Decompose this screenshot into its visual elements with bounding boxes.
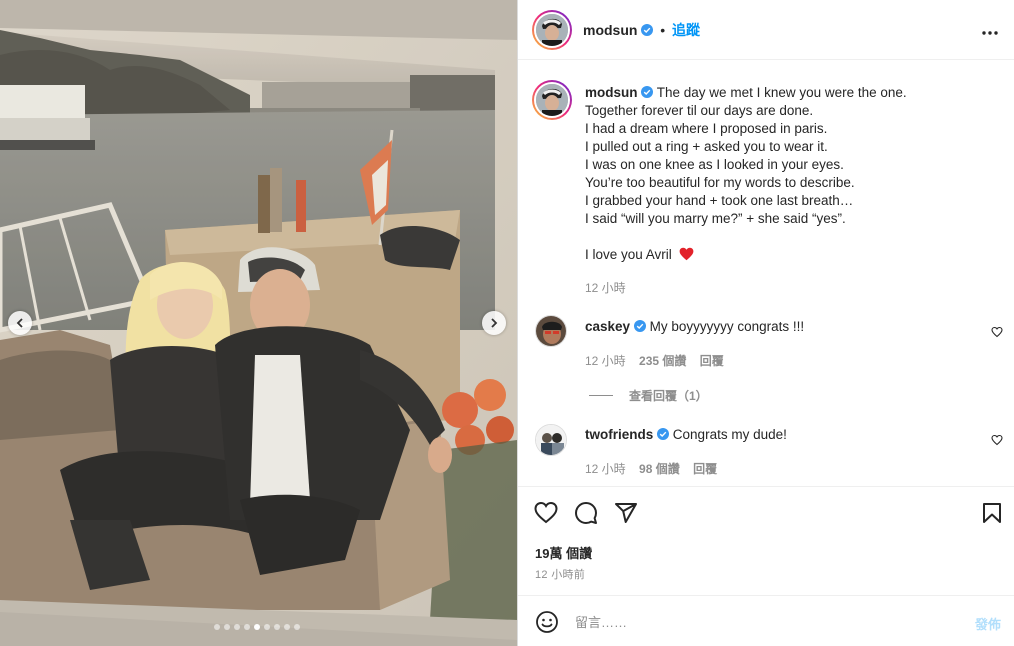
verified-badge-icon [633,320,646,332]
caption-text: You’re too beautiful for my words to des… [585,175,855,190]
save-bookmark-icon[interactable] [980,501,1004,525]
caption-first-line: modsun The day we met I knew you were th… [585,84,907,102]
comment-row: caskey My boyyyyyyy congrats !!! [585,318,804,336]
carousel-dot [294,624,300,630]
avatar-image [536,316,566,346]
caption-avatar[interactable] [532,80,572,120]
post-header: modsun • 追蹤 [518,0,1014,60]
caption-text: I grabbed your hand + took one last brea… [585,193,854,208]
caption-timestamp: 12 小時 [585,281,626,295]
caption-text: I had a dream where I proposed in paris. [585,121,828,136]
carousel-dot [264,624,270,630]
comment-avatar[interactable] [535,424,567,456]
post-media [0,0,517,646]
comment-text: Congrats my dude! [672,427,787,442]
carousel-dot [234,624,240,630]
carousel-dot [224,624,230,630]
carousel-indicator [214,624,300,630]
author-avatar[interactable] [532,10,572,50]
caption-text: I said “will you marry me?” + she said “… [585,211,846,226]
comment-likes[interactable]: 235 個讚 [639,354,686,368]
carousel-dot [244,624,250,630]
post-actions: 19萬 個讚 12 小時前 發佈 [518,486,1014,646]
comment-composer: 發佈 [518,595,1014,646]
carousel-next-button[interactable] [482,311,506,335]
caption-text: Together forever til our days are done. [585,103,814,118]
view-replies-button[interactable]: 查看回覆（1） [589,387,708,404]
post-comment-button[interactable]: 發佈 [975,614,1001,633]
share-paper-plane-icon[interactable] [614,501,638,525]
more-options-button[interactable] [982,19,998,40]
carousel-dot [274,624,280,630]
comment-input[interactable] [575,610,945,634]
like-heart-icon[interactable] [534,501,558,525]
view-replies-divider [589,395,613,396]
verified-badge-icon [641,86,654,98]
comment-username[interactable]: caskey [585,319,630,334]
carousel-prev-button[interactable] [8,311,32,335]
view-replies-label: 查看回覆（1） [629,389,708,403]
comment-meta: 12 小時 235 個讚 回覆 [585,352,724,369]
comment-text: My boyyyyyyy congrats !!! [649,319,805,334]
like-comment-heart-icon[interactable] [991,434,1003,446]
verified-badge-icon [641,24,654,36]
header-separator: • [660,22,666,38]
post-timestamp: 12 小時前 [535,569,586,581]
header-author-row: modsun • 追蹤 [583,20,700,40]
comment-row: twofriends Congrats my dude! [585,426,787,444]
comment-avatar[interactable] [535,315,567,347]
carousel-dot [254,624,260,630]
caption-username[interactable]: modsun [585,85,638,100]
more-horizontal-icon [982,31,998,35]
avatar-image [536,14,568,46]
caption-text: I was on one knee as I looked in your ey… [585,157,844,172]
post-photo [0,0,517,646]
reply-button[interactable]: 回覆 [700,354,724,368]
emoji-smiley-icon[interactable] [535,610,559,634]
likes-count[interactable]: 19萬 個讚 [535,543,592,562]
red-heart-emoji-icon [679,247,693,261]
avatar-image [536,84,568,116]
verified-badge-icon [657,428,670,440]
caption-text: I love you Avril [585,247,672,262]
caption-text: The day we met I knew you were the one. [656,85,907,100]
comment-timestamp: 12 小時 [585,354,626,368]
comment-timestamp: 12 小時 [585,462,626,476]
reply-button[interactable]: 回覆 [693,462,717,476]
comment-meta: 12 小時 98 個讚 回覆 [585,460,717,477]
carousel-dot [214,624,220,630]
carousel-dot [284,624,290,630]
avatar-image [536,425,566,455]
caption-last-line: I love you Avril [585,246,694,264]
caption-text: I pulled out a ring + asked you to wear … [585,139,828,154]
comment-bubble-icon[interactable] [574,501,598,525]
chevron-left-icon [16,318,23,328]
like-comment-heart-icon[interactable] [991,326,1003,338]
comment-likes[interactable]: 98 個讚 [639,462,680,476]
follow-button[interactable]: 追蹤 [672,22,700,38]
post-panel: modsun • 追蹤 modsun The day we met I knew… [517,0,1014,646]
chevron-right-icon [491,318,498,328]
header-username[interactable]: modsun [583,22,637,38]
comment-username[interactable]: twofriends [585,427,653,442]
